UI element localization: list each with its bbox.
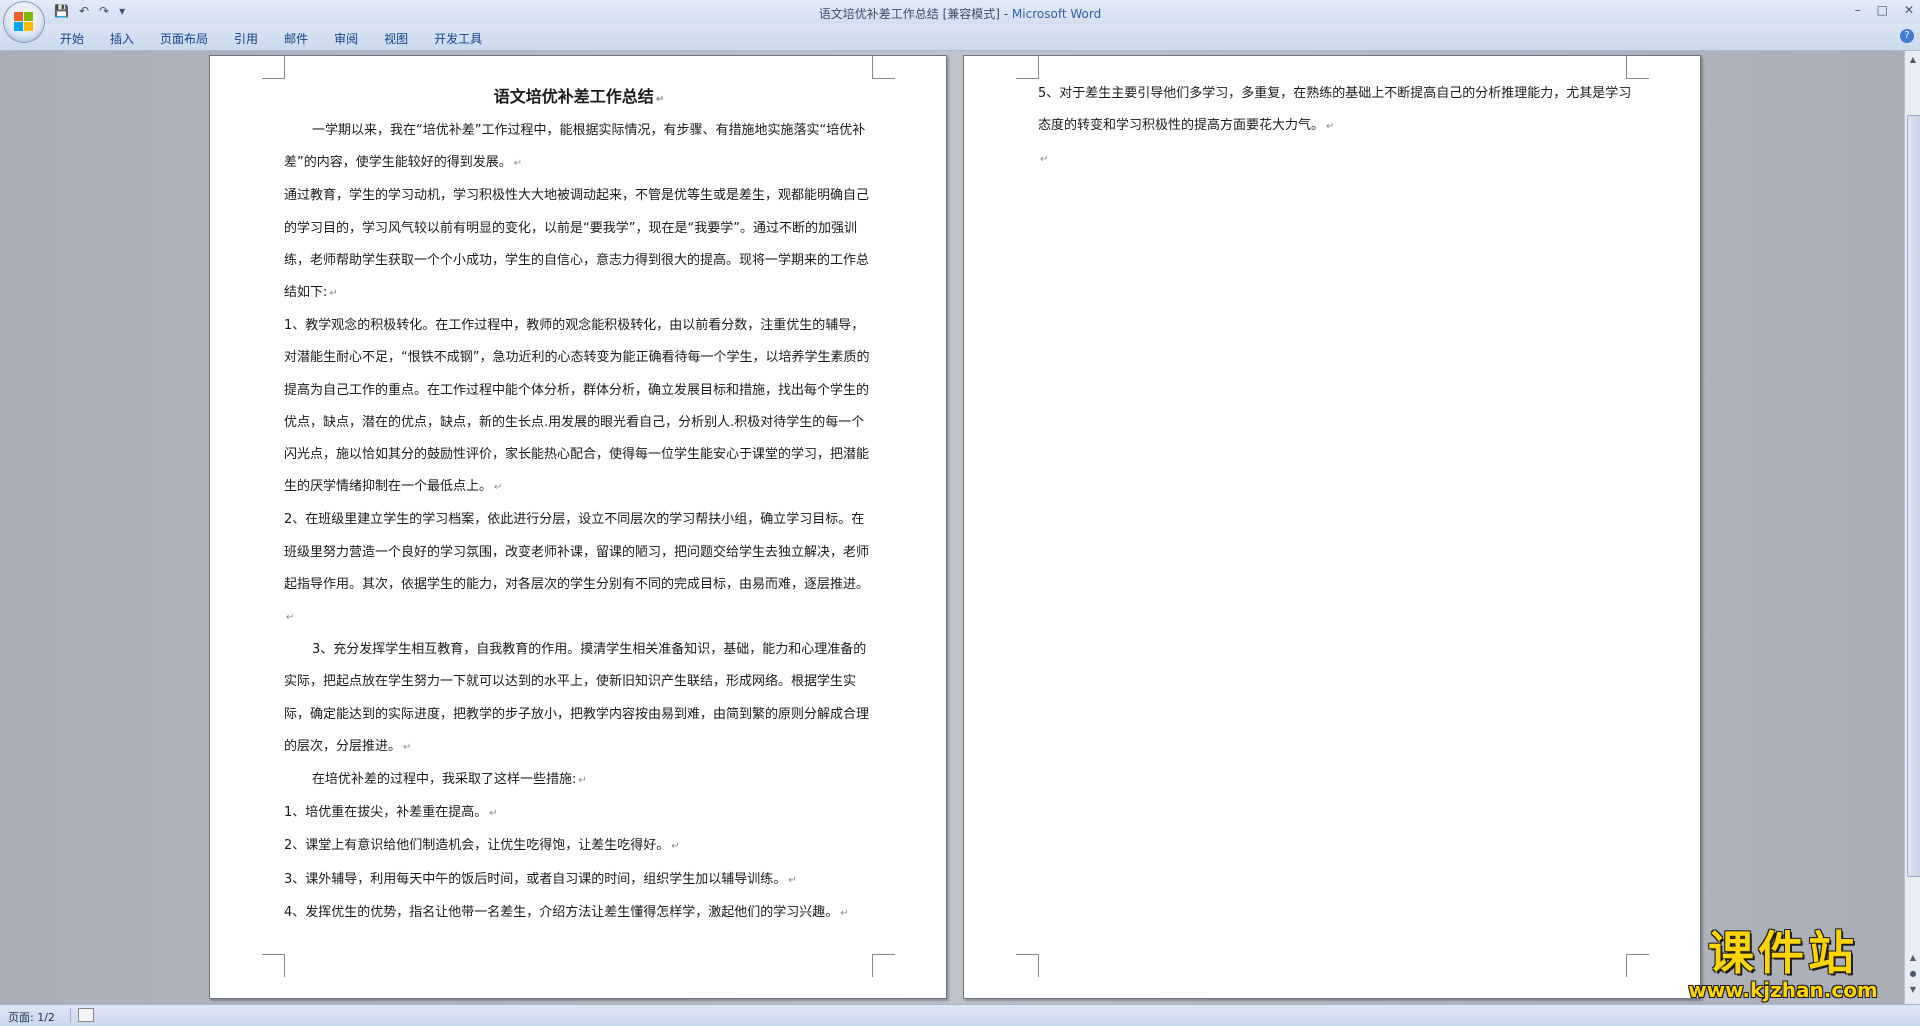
ribbon-tabs: 开始 插入 页面布局 引用 邮件 审阅 视图 开发工具 [60,30,508,47]
paragraph-mark: ↵ [494,482,503,494]
vertical-scrollbar[interactable]: ▲ ▲ ● ▼ [1904,51,1920,1004]
document-name: 语文培优补差工作总结 [兼容模式] - [818,7,1012,21]
document-page-2[interactable]: 5、对于差生主要引导他们多学习，多重复，在熟练的基础上不断提高自己的分析推理能力… [963,55,1701,999]
tab-insert[interactable]: 插入 [110,30,150,47]
crop-mark [872,954,895,977]
paragraph-text: 在培优补差的过程中，我采取了这样一些措施: [312,772,577,788]
paragraph[interactable]: 1、培优重在拔尖，补差重在提高。 ↵ [284,797,874,830]
paragraph-mark: ↵ [286,612,295,624]
page-count[interactable]: 页面: 1/2 [8,1009,55,1025]
paragraph-text: 通过教育，学生的学习动机，学习积极性大大地被调动起来，不管是优等生或是差生，观都… [284,188,870,301]
ribbon-tab-bar: 开始 插入 页面布局 引用 邮件 审阅 视图 开发工具 ? [0,24,1920,51]
paragraph-mark: ↵ [513,158,523,170]
status-bar: 页面: 1/2 [0,1004,1920,1026]
watermark-url: www.kjzhan.com [1688,978,1878,1002]
tab-developer[interactable]: 开发工具 [434,30,498,47]
paragraph-text: 2、课堂上有意识给他们制造机会，让优生吃得饱，让差生吃得好。 [284,838,670,854]
window-title: 语文培优补差工作总结 [兼容模式] - Microsoft Word [0,5,1920,22]
paragraph[interactable]: 1、教学观念的积极转化。在工作过程中，教师的观念能积极转化，由以前看分数，注重优… [284,310,874,504]
paragraph-mark: ↵ [1040,154,1049,166]
crop-mark [262,954,285,977]
paragraph-text: 1、教学观念的积极转化。在工作过程中，教师的观念能积极转化，由以前看分数，注重优… [284,318,870,495]
paragraph-mark: ↵ [403,741,412,753]
scrollbar-thumb[interactable] [1907,115,1920,877]
paragraph[interactable]: ↵ [1038,143,1638,176]
paragraph[interactable]: 3、课外辅导，利用每天中午的饭后时间，或者自习课的时间，组织学生加以辅导训练。 ↵ [284,864,874,897]
previous-page-icon[interactable]: ▲ [1906,951,1920,965]
paragraph-mark: ↵ [840,907,849,919]
paragraph-text: 3、充分发挥学生相互教育，自我教育的作用。摸清学生相关准备知识，基础，能力和心理… [284,642,870,754]
office-button[interactable] [4,2,44,42]
paragraph[interactable]: 通过教育，学生的学习动机，学习积极性大大地被调动起来，不管是优等生或是差生，观都… [284,180,874,310]
paragraph[interactable]: 一学期以来，我在“培优补差”工作过程中，能根据实际情况，有步骤、有措施地实施落实… [284,115,874,180]
paragraph-text: 3、课外辅导，利用每天中午的饭后时间，或者自习课的时间，组织学生加以辅导训练。 [284,871,787,887]
maximize-button[interactable]: □ [1877,3,1888,17]
crop-mark [872,56,895,79]
document-page-1[interactable]: 语文培优补差工作总结 ↵ 一学期以来，我在“培优补差”工作过程中，能根据实际情况，… [209,55,947,999]
status-separator [70,1008,71,1023]
paragraph-text: 1、培优重在拔尖，补差重在提高。 [284,805,488,821]
tab-view[interactable]: 视图 [384,30,424,47]
title-bar: 💾 ↶ ↷ ▾ 语文培优补差工作总结 [兼容模式] - Microsoft Wo… [0,0,1920,42]
help-icon[interactable]: ? [1900,29,1914,43]
crop-mark [1626,56,1649,79]
office-logo-icon [14,12,34,32]
site-watermark: 课件站 www.kjzhan.com [1668,927,1898,1005]
tab-references[interactable]: 引用 [234,30,274,47]
paragraph-mark: ↵ [671,841,680,853]
page-2-body[interactable]: 5、对于差生主要引导他们多学习，多重复，在熟练的基础上不断提高自己的分析推理能力… [1038,78,1638,177]
crop-mark [1016,954,1039,977]
paragraph-text: 2、在班级里建立学生的学习档案，依此进行分层，设立不同层次的学习帮扶小组，确立学… [284,512,870,592]
paragraph[interactable]: 在培优补差的过程中，我采取了这样一些措施: ↵ [284,764,874,797]
paragraph-text: 5、对于差生主要引导他们多学习，多重复，在熟练的基础上不断提高自己的分析推理能力… [1038,86,1632,134]
paragraph-text: 一学期以来，我在“培优补差”工作过程中，能根据实际情况，有步骤、有措施地实施落实… [284,123,866,171]
paragraph-text: 4、发挥优生的优势，指名让他带一名差生，介绍方法让差生懂得怎样学，激起他们的学习… [284,904,839,920]
document-workspace: 语文培优补差工作总结 ↵ 一学期以来，我在“培优补差”工作过程中，能根据实际情况，… [0,51,1904,1004]
next-page-icon[interactable]: ▼ [1906,983,1920,997]
window-controls: – □ ✕ [1855,3,1914,17]
tab-review[interactable]: 审阅 [334,30,374,47]
paragraph-mark: ↵ [329,288,338,300]
crop-mark [1016,56,1039,79]
tab-home[interactable]: 开始 [60,30,100,47]
close-button[interactable]: ✕ [1904,3,1914,17]
scroll-up-icon[interactable]: ▲ [1906,53,1920,67]
watermark-brand: 课件站 [1708,926,1858,980]
page-1-body[interactable]: 语文培优补差工作总结 ↵ 一学期以来，我在“培优补差”工作过程中，能根据实际情况，… [284,78,874,930]
paragraph[interactable]: 4、发挥优生的优势，指名让他带一名差生，介绍方法让差生懂得怎样学，激起他们的学习… [284,897,874,930]
document-title: 语文培优补差工作总结 ↵ [493,87,665,106]
paragraph[interactable]: 2、课堂上有意识给他们制造机会，让优生吃得饱，让差生吃得好。 ↵ [284,830,874,863]
paragraph-mark: ↵ [1326,121,1335,133]
minimize-button[interactable]: – [1855,3,1861,17]
crop-mark [1626,954,1649,977]
paragraph-mark: ↵ [578,775,587,787]
crop-mark [262,56,285,79]
proofing-icon[interactable] [78,1008,94,1022]
tab-mailings[interactable]: 邮件 [284,30,324,47]
paragraph-mark: ↵ [489,808,498,820]
paragraph[interactable]: 2、在班级里建立学生的学习档案，依此进行分层，设立不同层次的学习帮扶小组，确立学… [284,504,874,634]
tab-page-layout[interactable]: 页面布局 [160,30,224,47]
application-name: Microsoft Word [1011,7,1102,21]
select-browse-object-icon[interactable]: ● [1906,967,1920,981]
paragraph[interactable]: 5、对于差生主要引导他们多学习，多重复，在熟练的基础上不断提高自己的分析推理能力… [1038,78,1638,143]
paragraph-mark: ↵ [788,874,797,886]
paragraph[interactable]: 3、充分发挥学生相互教育，自我教育的作用。摸清学生相关准备知识，基础，能力和心理… [284,634,874,764]
